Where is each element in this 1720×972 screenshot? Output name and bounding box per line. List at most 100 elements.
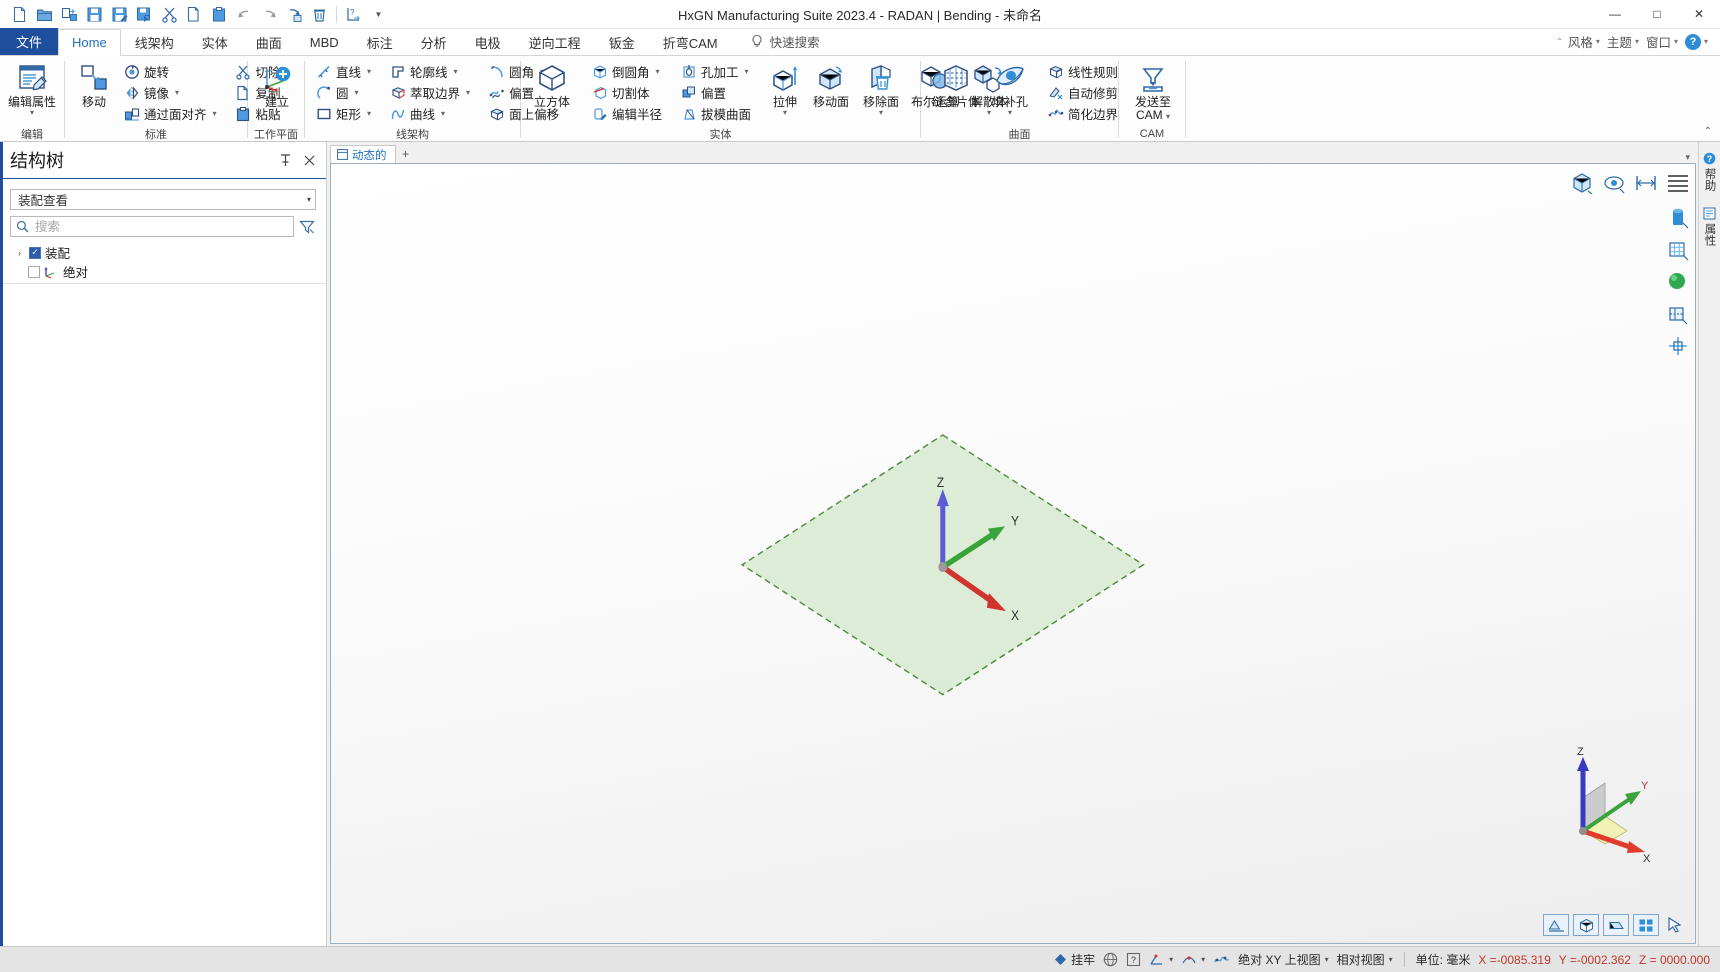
viewport-tab-dynamic[interactable]: 动态的: [330, 145, 396, 163]
assembly-view-selector[interactable]: 装配查看 ▾: [10, 189, 316, 210]
close-button[interactable]: ✕: [1678, 0, 1720, 29]
wireframe-shade-icon[interactable]: [1666, 238, 1689, 261]
tab-bending-cam[interactable]: 折弯CAM: [649, 28, 732, 55]
quick-search-button[interactable]: 快速搜索: [732, 28, 830, 55]
pin-icon[interactable]: [280, 153, 294, 167]
auto-trim-button[interactable]: 自动修剪: [1043, 82, 1122, 103]
window-menu[interactable]: 窗口 ▾: [1644, 32, 1680, 51]
chevron-right-icon[interactable]: ›: [14, 248, 25, 258]
view-front-icon[interactable]: [1543, 914, 1569, 936]
edit-radius-button[interactable]: 编辑半径: [587, 103, 666, 124]
relative-view-selector[interactable]: 相对视图 ▾: [1337, 951, 1393, 968]
close-icon[interactable]: [304, 155, 318, 166]
linear-rule-button[interactable]: 线性规则: [1043, 61, 1122, 82]
move-face-button[interactable]: 移动面: [807, 60, 855, 109]
view-grid-icon[interactable]: [1633, 914, 1659, 936]
search-input[interactable]: [33, 218, 288, 235]
tab-analysis[interactable]: 分析: [407, 28, 461, 55]
tab-file[interactable]: 文件: [0, 28, 58, 55]
rotate-button[interactable]: 旋转: [119, 61, 221, 82]
theme-menu[interactable]: 主题 ▾: [1605, 32, 1641, 51]
hole-machining-button[interactable]: 孔加工 ▾: [676, 61, 755, 82]
mirror-button[interactable]: 镜像 ▾: [119, 82, 221, 103]
tab-surface[interactable]: 曲面: [242, 28, 296, 55]
ribbon-collapse-button[interactable]: ⌃: [1704, 126, 1712, 137]
dock-item-help[interactable]: ? 帮助: [1702, 148, 1718, 195]
measure-icon[interactable]: ?: [342, 3, 365, 26]
viewport-tabs-overflow[interactable]: ▾: [1685, 152, 1696, 163]
move-button[interactable]: 移动: [71, 60, 117, 109]
tree-node-checkbox[interactable]: ✓: [29, 246, 41, 259]
tab-mbd[interactable]: MBD: [296, 28, 353, 55]
new-file-icon[interactable]: [8, 3, 31, 26]
view-mode-selector[interactable]: 绝对 XY 上视图 ▾: [1238, 951, 1328, 968]
view-orientation-triad[interactable]: Z Y X: [1553, 743, 1653, 863]
help-menu[interactable]: ? ▾: [1683, 33, 1710, 50]
tree-node-checkbox[interactable]: ✓: [28, 265, 40, 278]
align-by-face-button[interactable]: 通过面对齐 ▾: [119, 103, 221, 124]
profile-line-button[interactable]: 轮廓线 ▾: [385, 61, 474, 82]
snap-point-button[interactable]: ▾: [1181, 952, 1205, 967]
ribbon-collapse-caret[interactable]: ⌃: [1556, 37, 1563, 46]
redo-icon[interactable]: [258, 3, 281, 26]
viewport-canvas[interactable]: Z Y X Z Y X: [330, 163, 1696, 944]
tab-wireframe[interactable]: 线架构: [121, 28, 188, 55]
snap-grid-button[interactable]: ▾: [1149, 952, 1173, 967]
style-menu[interactable]: 风格 ▾: [1566, 32, 1602, 51]
tab-annotation[interactable]: 标注: [353, 28, 407, 55]
search-input-wrapper[interactable]: [10, 216, 294, 237]
globe-icon[interactable]: [1103, 952, 1118, 967]
dock-item-properties[interactable]: 属性: [1702, 203, 1718, 250]
send-to-cam-button[interactable]: 发送至 CAM ▾: [1125, 60, 1181, 123]
copy-icon[interactable]: [183, 3, 206, 26]
tab-reverse-engineering[interactable]: 逆向工程: [515, 28, 595, 55]
circle-button[interactable]: 圆 ▾: [311, 82, 375, 103]
fit-view-icon[interactable]: [1634, 171, 1657, 194]
shaded-sphere-icon[interactable]: [1666, 270, 1689, 293]
origin-axis-icon[interactable]: [1666, 334, 1689, 357]
extrude-button[interactable]: 拉伸 ▾: [765, 60, 805, 117]
tab-sheet-metal[interactable]: 钣金: [595, 28, 649, 55]
delete-icon[interactable]: [308, 3, 331, 26]
tab-home[interactable]: Home: [58, 29, 121, 56]
offset-solid-button[interactable]: 偏置: [676, 82, 755, 103]
simplify-boundary-button[interactable]: 简化边界: [1043, 103, 1122, 124]
tab-solid[interactable]: 实体: [188, 28, 242, 55]
snap-curve-icon[interactable]: [1213, 952, 1230, 967]
add-viewport-tab-button[interactable]: +: [396, 145, 416, 163]
tree-node-assembly[interactable]: › ✓ 装配: [0, 243, 326, 262]
view-top-icon[interactable]: [1603, 914, 1629, 936]
rectangle-button[interactable]: 矩形 ▾: [311, 103, 375, 124]
view-iso-icon[interactable]: [1573, 914, 1599, 936]
stitch-sheet-button[interactable]: 缝合片体: [927, 60, 985, 109]
tab-electrode[interactable]: 电极: [461, 28, 515, 55]
open-folder-icon[interactable]: [33, 3, 56, 26]
minimize-button[interactable]: —: [1594, 0, 1636, 29]
filter-icon[interactable]: [298, 217, 316, 236]
create-workplane-button[interactable]: 建立 ▾: [254, 60, 300, 117]
section-view-icon[interactable]: [1666, 302, 1689, 325]
question-icon[interactable]: ?: [1126, 952, 1141, 967]
snap-status[interactable]: 挂牢: [1054, 951, 1095, 968]
cylinder-shade-icon[interactable]: [1666, 206, 1689, 229]
draft-surface-button[interactable]: 拔模曲面: [676, 103, 755, 124]
line-button[interactable]: 直线 ▾: [311, 61, 375, 82]
isometric-view-icon[interactable]: [1570, 171, 1593, 194]
view-cursor-icon[interactable]: [1663, 914, 1687, 936]
cut-body-button[interactable]: 切割体: [587, 82, 666, 103]
fill-hole-button[interactable]: 填补孔 ▾: [987, 60, 1033, 117]
save-icon[interactable]: [83, 3, 106, 26]
undo-icon[interactable]: [233, 3, 256, 26]
export-icon[interactable]: [133, 3, 156, 26]
repeat-icon[interactable]: [283, 3, 306, 26]
menu-lines-icon[interactable]: [1666, 171, 1689, 194]
cut-icon[interactable]: [158, 3, 181, 26]
paste-icon[interactable]: [208, 3, 231, 26]
round-corner-button[interactable]: 倒圆角 ▾: [587, 61, 666, 82]
cube-button[interactable]: 立方体 ▾: [527, 60, 577, 117]
extract-boundary-button[interactable]: 萃取边界 ▾: [385, 82, 474, 103]
rotate-view-icon[interactable]: [1602, 171, 1625, 194]
tree-node-absolute[interactable]: ✓ 绝对: [0, 262, 326, 281]
remove-face-button[interactable]: 移除面 ▾: [857, 60, 905, 117]
edit-properties-button[interactable]: 编辑属性 ▾: [6, 60, 58, 117]
